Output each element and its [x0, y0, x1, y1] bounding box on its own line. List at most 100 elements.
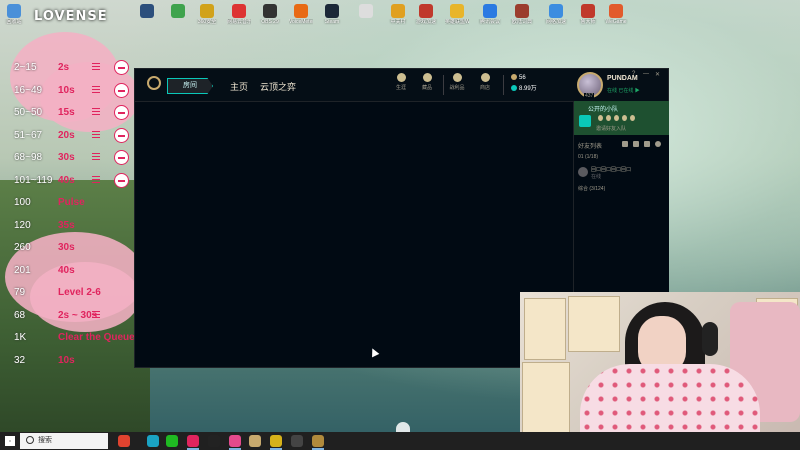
taskbar-edge-icon[interactable]	[147, 435, 159, 447]
tip-amount: 79	[14, 287, 26, 298]
search-icon	[26, 436, 34, 445]
desktop-shortcut[interactable]: 回收站	[2, 2, 26, 32]
desktop-shortcut[interactable]	[135, 2, 159, 32]
vibrate-level-icon	[114, 60, 129, 75]
taskbar-app-lol-icon[interactable]	[249, 435, 261, 447]
app-icon	[7, 4, 21, 18]
desktop-shortcut[interactable]: 游戏加速	[414, 2, 438, 32]
desktop-shortcut[interactable]: 欧陆词典	[510, 2, 534, 32]
tip-amount: 120	[14, 219, 31, 231]
close-button[interactable]: ✕	[655, 71, 660, 78]
windows-start-icon[interactable]	[5, 436, 15, 446]
minimize-button[interactable]: —	[643, 71, 649, 77]
desktop-shortcut[interactable]: 鲁大师	[576, 2, 600, 32]
taskbar-wechat-icon[interactable]	[166, 435, 178, 447]
taskbar-app-ring-icon[interactable]	[312, 435, 324, 447]
webcam-feed	[520, 292, 800, 450]
nav-divider	[503, 75, 504, 95]
lovense-logo: LOVENSE	[34, 9, 108, 24]
tip-level-row: 16~49 10s	[0, 81, 140, 101]
friend-name[interactable]: 回口回口回口回口	[591, 166, 631, 173]
search-placeholder: 搜索	[38, 437, 52, 444]
app-icon	[140, 4, 154, 18]
friend-avatar[interactable]	[578, 167, 588, 177]
desktop-shortcut[interactable]: OBS 29	[258, 2, 282, 32]
friend-status: 在线	[591, 174, 602, 180]
nav-loot-label: 战利品	[449, 85, 465, 91]
tip-level-row: 50~50 15s	[0, 103, 140, 123]
help-button[interactable]: ?	[632, 71, 635, 77]
tip-duration: 40s	[58, 264, 75, 276]
taskbar-app-gray-icon[interactable]	[291, 435, 303, 447]
party-slot-icon	[598, 115, 603, 121]
taskbar-app-yellow-icon[interactable]	[270, 435, 282, 447]
party-title: 公开的小队	[588, 107, 619, 113]
desktop-shortcut-label: 游戏加速	[415, 19, 436, 25]
nav-collection[interactable]: 藏品	[417, 73, 437, 91]
taskbar-search[interactable]: 搜索	[20, 433, 108, 449]
tip-amount: 260	[14, 242, 31, 253]
league-logo-icon[interactable]	[147, 76, 161, 90]
search-icon[interactable]	[655, 141, 661, 147]
app-icon	[200, 4, 214, 18]
list-icon[interactable]	[644, 141, 650, 147]
tip-amount: 16~49	[14, 84, 43, 96]
desktop-shortcut[interactable]: 中关村	[386, 2, 410, 32]
party-icon	[579, 115, 591, 127]
taskbar-app-red-icon[interactable]	[187, 435, 199, 447]
desktop-shortcut-label: 360安全	[197, 19, 217, 25]
folder-icon[interactable]	[633, 141, 639, 147]
vibrate-level-icon	[114, 150, 129, 165]
add-friend-icon[interactable]	[622, 141, 628, 147]
tip-level-row: 32 10s	[0, 351, 140, 371]
tip-duration: Pulse	[58, 197, 85, 208]
desktop-shortcut-label: 欧陆词典	[511, 19, 532, 25]
nav-loot[interactable]: 战利品	[447, 73, 467, 91]
nav-store[interactable]: 商店	[475, 73, 495, 91]
tip-level-row: 100 Pulse	[0, 193, 140, 213]
collection-icon	[422, 73, 432, 82]
currency-panel[interactable]: 56 8.99万	[511, 73, 557, 97]
tip-level-row: 201 40s	[0, 261, 140, 281]
nav-tft[interactable]: 云顶之弈	[260, 80, 296, 93]
app-icon	[171, 4, 185, 18]
desktop-shortcut[interactable]: 360安全	[195, 2, 219, 32]
tip-level-row: 101~119 40s	[0, 171, 140, 191]
desktop-shortcut[interactable]: 网络加速	[544, 2, 568, 32]
tip-amount: 100	[14, 197, 31, 208]
desktop-shortcut-label: 腾讯会议	[479, 19, 500, 25]
summoner-level: 437	[584, 93, 595, 99]
nav-home[interactable]: 主页	[230, 80, 248, 93]
desktop-shortcut[interactable]	[166, 2, 190, 32]
intensity-bars-icon	[92, 108, 100, 117]
desktop-shortcut[interactable]: VoiceMeter	[289, 2, 313, 32]
desktop-shortcut-label: 英雄联盟WeGame	[445, 19, 469, 25]
desktop-shortcut[interactable]: WeGame	[604, 2, 628, 32]
taskbar-chrome-icon[interactable]	[118, 435, 130, 447]
tip-duration: Clear the Queue	[58, 332, 135, 343]
desktop-shortcut[interactable]	[354, 2, 378, 32]
tip-level-row: 260 30s	[0, 238, 140, 258]
desktop-shortcut[interactable]: Steam	[320, 2, 344, 32]
desktop-shortcut[interactable]: 英雄联盟WeGame	[445, 2, 469, 32]
play-button[interactable]: 房间	[167, 78, 213, 94]
tip-level-row: 79 Level 2-6	[0, 283, 140, 303]
tip-duration: 35s	[58, 219, 75, 231]
taskbar-app-pink-icon[interactable]	[229, 435, 241, 447]
desktop-shortcut[interactable]: 网易云音乐	[227, 2, 251, 32]
nav-divider	[443, 75, 444, 95]
taskbar-app-obs-icon[interactable]	[208, 435, 220, 447]
nav-profile[interactable]: 生涯	[391, 73, 411, 91]
friend-group-header[interactable]: 01 (1/18)	[578, 154, 598, 160]
app-icon	[609, 4, 623, 18]
desktop-shortcut[interactable]: 腾讯会议	[478, 2, 502, 32]
tip-duration: 10s	[58, 84, 75, 96]
summoner-status[interactable]: 在线 已在线 ▶	[607, 87, 640, 94]
intensity-bars-icon	[92, 175, 100, 185]
app-icon	[483, 4, 497, 18]
app-icon	[549, 4, 563, 18]
party-card[interactable]: 公开的小队 邀请好友入队	[574, 101, 669, 135]
friend-group-header[interactable]: 综合 (3/124)	[578, 185, 605, 192]
friends-list-title: 好友列表	[578, 144, 603, 150]
client-topbar: 房间 主页 云顶之弈 生涯 藏品 战利品 商店 56 8.99万 437 PUN…	[135, 69, 668, 102]
